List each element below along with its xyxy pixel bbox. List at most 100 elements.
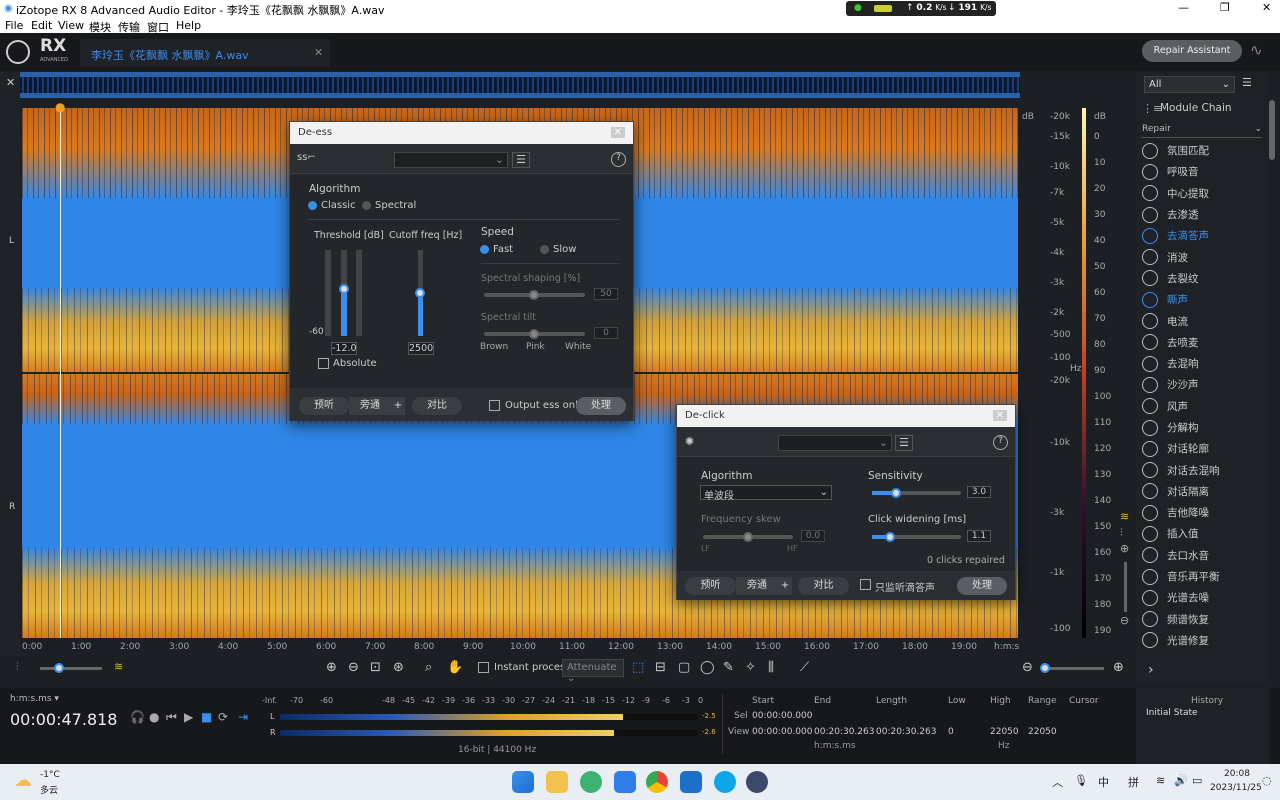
- instant-process-checkbox[interactable]: [478, 662, 489, 673]
- file-tab[interactable]: 李玲玉《花飘飘 水飘飘》A.wav ✕: [80, 39, 330, 67]
- freq-zoom-slider[interactable]: [1040, 663, 1104, 673]
- sel-start-value[interactable]: 00:00:00.000: [752, 711, 812, 721]
- overview-waveform[interactable]: [20, 72, 1020, 98]
- record-icon[interactable]: ●: [149, 710, 159, 724]
- chrome-icon[interactable]: [646, 771, 668, 793]
- spectrogram-view-icon[interactable]: ≋: [114, 660, 123, 673]
- freq-zoom-in-icon[interactable]: ⊕: [1113, 660, 1124, 675]
- follow-playhead-icon[interactable]: ⇥: [238, 710, 248, 724]
- magnify-tool-icon[interactable]: ⌕: [425, 660, 432, 675]
- de-click-process-button[interactable]: 处理: [957, 577, 1007, 595]
- spectral-tilt-slider[interactable]: [484, 329, 585, 339]
- de-ess-preview-button[interactable]: 预听: [299, 397, 349, 415]
- ime-mode[interactable]: 中: [1098, 774, 1109, 790]
- zoom-out-time-icon[interactable]: ⊖: [348, 660, 359, 675]
- lasso-tool-icon[interactable]: ◯: [700, 660, 715, 675]
- maximize-button[interactable]: ❐: [1220, 1, 1230, 14]
- spectral-shaping-slider[interactable]: [484, 290, 585, 300]
- de-click-help-icon[interactable]: ?: [993, 435, 1008, 450]
- rewind-icon[interactable]: ⏮: [166, 710, 177, 725]
- module-item[interactable]: 沙沙声: [1136, 374, 1264, 395]
- de-click-preview-button[interactable]: 预听: [685, 577, 736, 595]
- file-explorer-icon[interactable]: [546, 771, 568, 793]
- expand-panel-icon[interactable]: ›: [1148, 662, 1154, 678]
- de-click-preset-select[interactable]: ⌄: [778, 435, 892, 451]
- magic-wand-icon[interactable]: ✧: [745, 660, 756, 675]
- notification-icon[interactable]: ◌: [1262, 774, 1272, 787]
- frequency-skew-slider[interactable]: [703, 532, 793, 542]
- module-item[interactable]: 对话隔离: [1136, 481, 1264, 502]
- monitor-clicks-checkbox[interactable]: [860, 579, 871, 590]
- de-click-close-icon[interactable]: ✕: [992, 410, 1007, 421]
- de-ess-spectral-radio[interactable]: Spectral: [362, 200, 416, 211]
- start-menu-icon[interactable]: [512, 771, 534, 793]
- stop-icon[interactable]: ■: [201, 710, 212, 724]
- app-green-icon[interactable]: [580, 771, 602, 793]
- harmonic-tool-icon[interactable]: ⫼: [768, 660, 774, 675]
- module-item[interactable]: 插入值: [1136, 523, 1264, 544]
- module-item[interactable]: 光谱修复: [1136, 630, 1264, 651]
- waveform-view-icon[interactable]: ⫶: [16, 660, 19, 674]
- output-ess-only-checkbox[interactable]: [489, 400, 500, 411]
- history-item[interactable]: Initial State: [1146, 708, 1198, 718]
- headphones-icon[interactable]: 🎧: [130, 710, 145, 724]
- collapse-icon[interactable]: ✕: [6, 76, 15, 89]
- de-ess-help-icon[interactable]: ?: [611, 152, 626, 167]
- menu-help[interactable]: Help: [176, 19, 201, 32]
- menu-file[interactable]: File: [5, 19, 23, 32]
- zoom-out-icon[interactable]: ⊖: [1120, 614, 1129, 627]
- module-item[interactable]: 去口水音: [1136, 545, 1264, 566]
- battery-tray-icon[interactable]: ▭: [1192, 774, 1202, 787]
- de-click-add-button[interactable]: +: [778, 577, 792, 595]
- module-item[interactable]: 对话轮廓: [1136, 438, 1264, 459]
- freq-zoom-out-icon[interactable]: ⊖: [1022, 660, 1033, 675]
- time-select-tool-icon[interactable]: ⬚: [632, 660, 644, 675]
- module-item[interactable]: 去喷麦: [1136, 332, 1264, 353]
- de-ess-process-button[interactable]: 处理: [576, 397, 626, 415]
- playhead-line[interactable]: [60, 108, 61, 638]
- de-ess-titlebar[interactable]: De-ess ✕: [290, 122, 633, 144]
- time-format-select[interactable]: h:m:s.ms ▾: [10, 694, 59, 704]
- repair-assistant-button[interactable]: Repair Assistant: [1142, 40, 1242, 62]
- wifi-icon[interactable]: ≋: [1156, 774, 1165, 787]
- microphone-icon[interactable]: 🎙: [1074, 774, 1088, 787]
- fast-radio[interactable]: Fast: [480, 244, 513, 255]
- spectral-tilt-value[interactable]: 0: [594, 327, 618, 339]
- clock-date[interactable]: 2023/11/25: [1210, 783, 1262, 793]
- view-end-value[interactable]: 00:20:30.263: [814, 727, 874, 737]
- spectral-shaping-value[interactable]: 50: [594, 288, 618, 300]
- module-chain-button[interactable]: Module Chain: [1160, 102, 1232, 114]
- rect-select-tool-icon[interactable]: ▢: [678, 660, 690, 675]
- module-item[interactable]: 电流: [1136, 310, 1264, 331]
- view-high-value[interactable]: 22050: [990, 727, 1019, 737]
- waveform-icon[interactable]: ⫶: [1120, 526, 1123, 540]
- volume-icon[interactable]: 🔊: [1174, 774, 1188, 787]
- module-item[interactable]: 去裂纹: [1136, 268, 1264, 289]
- de-ess-classic-radio[interactable]: Classic: [308, 200, 356, 211]
- loop-icon[interactable]: ⟳: [218, 710, 228, 724]
- module-item[interactable]: 对话去混响: [1136, 459, 1264, 480]
- module-item[interactable]: 光谱去噪: [1136, 587, 1264, 608]
- cutoff-slider[interactable]: [415, 250, 425, 336]
- app-store-icon[interactable]: [680, 771, 702, 793]
- instant-mode-select[interactable]: Attenuate ⌄: [562, 659, 624, 684]
- module-item[interactable]: 去渗透: [1136, 204, 1264, 225]
- click-widening-value[interactable]: 1.1: [967, 530, 991, 542]
- play-icon[interactable]: ▶: [184, 710, 193, 724]
- weather-icon[interactable]: ☁: [14, 770, 32, 791]
- sensitivity-slider[interactable]: [872, 488, 961, 498]
- de-click-compare-button[interactable]: 对比: [798, 577, 849, 595]
- module-item[interactable]: 风声: [1136, 396, 1264, 417]
- minimize-button[interactable]: —: [1178, 1, 1189, 14]
- frequency-skew-value[interactable]: 0.0: [801, 530, 825, 542]
- edge-icon[interactable]: [714, 771, 736, 793]
- de-ess-add-button[interactable]: +: [391, 397, 405, 415]
- module-item[interactable]: 氛围匹配: [1136, 140, 1264, 161]
- hand-tool-icon[interactable]: ✋: [447, 660, 463, 675]
- view-range-value[interactable]: 22050: [1028, 727, 1057, 737]
- threshold-value[interactable]: -12.0: [331, 342, 357, 355]
- view-start-value[interactable]: 00:00:00.000: [752, 727, 812, 737]
- absolute-checkbox[interactable]: [318, 358, 329, 369]
- slow-radio[interactable]: Slow: [540, 244, 576, 255]
- declick-algorithm-select[interactable]: 单波段 ⌄: [700, 485, 832, 502]
